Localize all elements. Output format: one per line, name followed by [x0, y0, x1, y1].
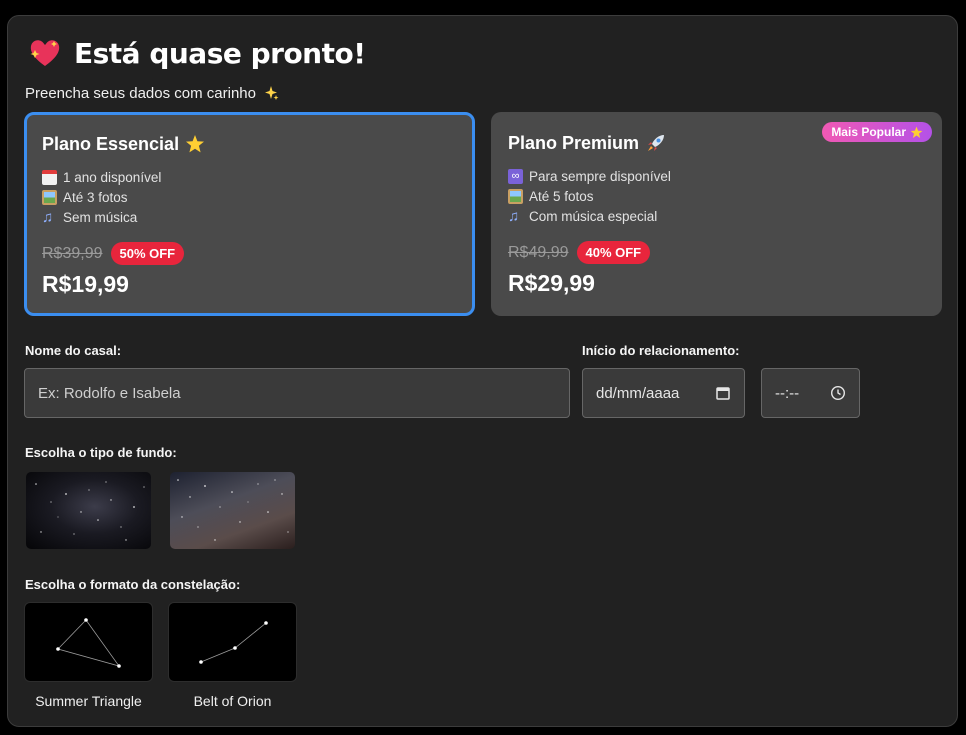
constellation-name: Belt of Orion	[193, 693, 272, 709]
constellation-option-belt-of-orion[interactable]	[168, 602, 297, 682]
subtitle-text: Preencha seus dados com carinho	[25, 84, 256, 102]
constellation-option-summer-triangle[interactable]	[24, 602, 153, 682]
background-option-milky-way-dark[interactable]	[26, 472, 151, 549]
feature-text: Com música especial	[529, 208, 658, 224]
feature-item: ♫ Sem música	[42, 207, 457, 227]
page-title: Está quase pronto!	[74, 36, 366, 70]
starfield-image	[35, 481, 145, 541]
couple-name-field[interactable]	[24, 368, 570, 418]
discount-badge: 40% OFF	[576, 241, 651, 264]
feature-text: Até 5 fotos	[529, 188, 594, 204]
rocket-icon	[648, 135, 665, 151]
sparkling-heart-icon	[30, 40, 60, 66]
old-price: R$49,99	[508, 243, 569, 261]
feature-item: 1 ano disponível	[42, 167, 457, 187]
couple-name-input[interactable]	[38, 384, 556, 402]
photo-icon	[42, 189, 57, 205]
time-field[interactable]: --:--	[761, 368, 860, 418]
couple-name-label: Nome do casal:	[25, 343, 122, 358]
belt-of-orion-diagram	[199, 621, 268, 664]
price: R$19,99	[42, 271, 129, 297]
old-price: R$39,99	[42, 244, 103, 262]
feature-text: Até 3 fotos	[63, 189, 128, 205]
title-row: Está quase pronto!	[28, 36, 366, 70]
feature-text: Sem música	[63, 209, 138, 225]
clock-icon[interactable]	[830, 385, 846, 401]
background-option-milky-way-color[interactable]	[170, 472, 295, 549]
price: R$29,99	[508, 270, 595, 296]
background-label: Escolha o tipo de fundo:	[25, 445, 177, 460]
plan-name-text: Plano Premium	[508, 132, 640, 153]
popular-badge: Mais Popular	[822, 122, 932, 142]
feature-text: 1 ano disponível	[63, 169, 162, 185]
date-placeholder: dd/mm/aaaa	[596, 384, 680, 402]
glowing-star-icon	[186, 135, 205, 153]
summer-triangle-diagram	[56, 618, 121, 668]
calendar-icon[interactable]	[715, 385, 731, 401]
feature-text: Para sempre disponível	[529, 168, 671, 184]
feature-item: ∞ Para sempre disponível	[508, 166, 925, 186]
feature-item: ♫ Com música especial	[508, 206, 925, 226]
constellation-name: Summer Triangle	[35, 693, 142, 709]
sparkles-icon	[264, 86, 279, 100]
plan-card-premium[interactable]: Mais Popular Plano Premium ∞ Para sempre…	[491, 112, 942, 316]
starfield-image	[177, 479, 289, 541]
feature-item: Até 5 fotos	[508, 186, 925, 206]
checkout-panel: Está quase pronto! Preencha seus dados c…	[7, 15, 958, 727]
plan-name-text: Plano Essencial	[42, 133, 180, 154]
music-note-icon: ♫	[42, 208, 54, 226]
subtitle: Preencha seus dados com carinho	[25, 84, 280, 102]
music-note-icon: ♫	[508, 207, 520, 225]
date-field[interactable]: dd/mm/aaaa	[582, 368, 745, 418]
time-placeholder: --:--	[775, 384, 800, 402]
constellation-label: Escolha o formato da constelação:	[25, 577, 241, 592]
infinity-icon: ∞	[508, 168, 523, 184]
start-date-label: Início do relacionamento:	[582, 343, 740, 358]
discount-badge: 50% OFF	[110, 242, 185, 265]
popular-badge-text: Mais Popular	[831, 125, 906, 139]
calendar-icon	[42, 169, 57, 185]
plan-card-essencial[interactable]: Plano Essencial 1 ano disponível Até 3 f…	[24, 112, 475, 316]
plan-name: Plano Essencial	[42, 131, 457, 157]
glowing-star-icon	[910, 126, 923, 138]
feature-item: Até 3 fotos	[42, 187, 457, 207]
photo-icon	[508, 188, 523, 204]
